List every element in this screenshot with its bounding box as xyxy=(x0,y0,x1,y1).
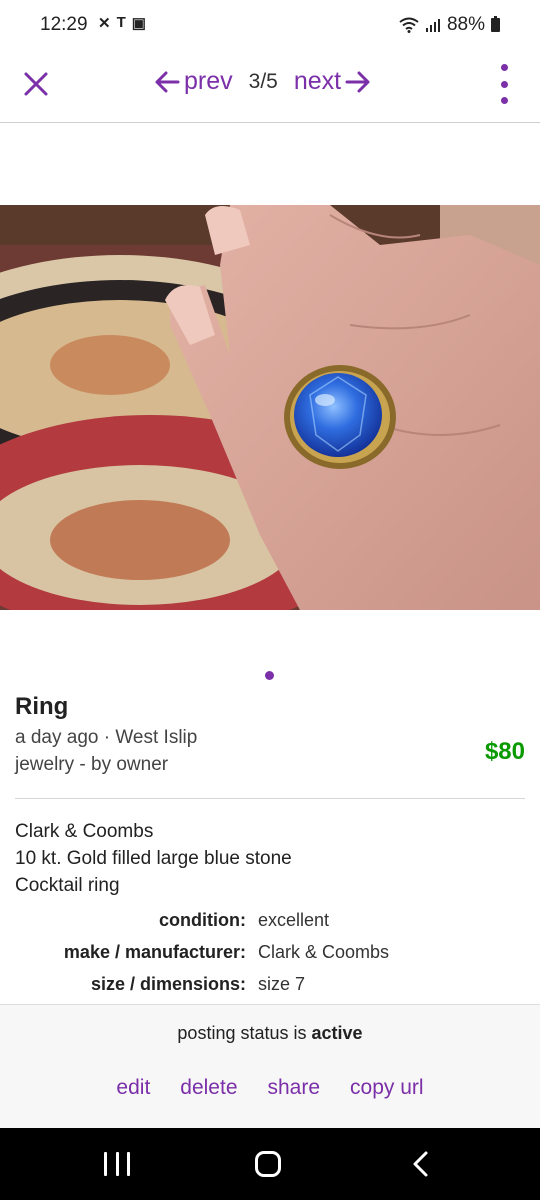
close-icon[interactable] xyxy=(20,68,52,100)
listing-photo[interactable] xyxy=(0,205,540,610)
more-dot xyxy=(500,97,508,104)
share-link[interactable]: share xyxy=(268,1076,321,1100)
status-time: 12:29 xyxy=(40,14,88,35)
posting-status: posting status is active xyxy=(0,1023,540,1044)
pager: prev 3/5 next xyxy=(154,67,371,96)
attribute-value: size 7 xyxy=(258,974,306,994)
listing-nav-bar: prev 3/5 next xyxy=(0,50,540,123)
attribute-row-size: size / dimensions: size 7 xyxy=(0,974,540,1002)
attribute-row-condition: condition: excellent xyxy=(0,910,540,938)
listing-description: Clark & Coombs 10 kt. Gold filled large … xyxy=(15,818,292,899)
attribute-key: size / dimensions: xyxy=(90,974,246,994)
posting-actions: edit delete share copy url xyxy=(0,1076,540,1100)
listing-posted-location: a day ago · West Islip xyxy=(15,727,198,748)
posting-status-prefix: posting status is xyxy=(177,1023,307,1043)
prev-label: prev xyxy=(184,67,233,95)
home-button[interactable] xyxy=(255,1151,281,1177)
more-options-button[interactable] xyxy=(492,64,516,104)
image-pagination-dot xyxy=(265,671,274,680)
divider xyxy=(15,798,525,799)
t-mobile-icon: T xyxy=(116,14,126,31)
back-icon[interactable] xyxy=(410,1150,430,1178)
description-line: Clark & Coombs xyxy=(15,821,154,842)
attribute-value: Clark & Coombs xyxy=(258,942,390,962)
prev-button[interactable]: prev xyxy=(154,67,233,96)
recents-bar xyxy=(127,1152,130,1176)
arrow-right-icon xyxy=(345,71,370,92)
posting-status-value: active xyxy=(311,1023,363,1043)
recents-button[interactable] xyxy=(104,1152,130,1176)
edit-link[interactable]: edit xyxy=(116,1076,150,1100)
listing-title: Ring xyxy=(15,693,69,720)
arrow-left-icon xyxy=(155,71,180,92)
next-label: next xyxy=(293,67,342,95)
listing-price: $80 xyxy=(484,738,525,765)
attribute-value: excellent xyxy=(258,910,330,930)
recents-bar xyxy=(104,1152,107,1176)
description-line: 10 kt. Gold filled large blue stone xyxy=(15,848,292,869)
android-nav-bar xyxy=(0,1128,540,1200)
ring-photo-illustration xyxy=(0,205,540,610)
delete-link[interactable]: delete xyxy=(180,1076,237,1100)
image-icon: ▣ xyxy=(131,15,146,32)
pager-count: 3/5 xyxy=(248,69,278,93)
attribute-key: make / manufacturer: xyxy=(63,942,246,962)
missed-call-icon: ✕ xyxy=(98,15,111,32)
battery-percent: 88% xyxy=(446,14,485,35)
recents-bar xyxy=(115,1152,119,1176)
description-line: Cocktail ring xyxy=(15,875,120,896)
more-dot xyxy=(500,64,508,71)
listing-category: jewelry - by owner xyxy=(15,754,169,775)
system-icons: 88% xyxy=(399,14,500,36)
attribute-key: condition: xyxy=(159,910,246,930)
signal-icon xyxy=(425,19,440,32)
attribute-row-manufacturer: make / manufacturer: Clark & Coombs xyxy=(0,942,540,970)
copy-url-link[interactable]: copy url xyxy=(350,1076,424,1100)
battery-icon xyxy=(491,16,500,32)
more-dot xyxy=(500,80,508,88)
posting-footer: posting status is active edit delete sha… xyxy=(0,1004,540,1128)
notification-icons: ✕ T ▣ xyxy=(98,14,146,32)
wifi-icon xyxy=(399,17,419,33)
next-button[interactable]: next xyxy=(294,67,371,96)
status-bar: 12:29 ✕ T ▣ 88% xyxy=(0,0,540,50)
